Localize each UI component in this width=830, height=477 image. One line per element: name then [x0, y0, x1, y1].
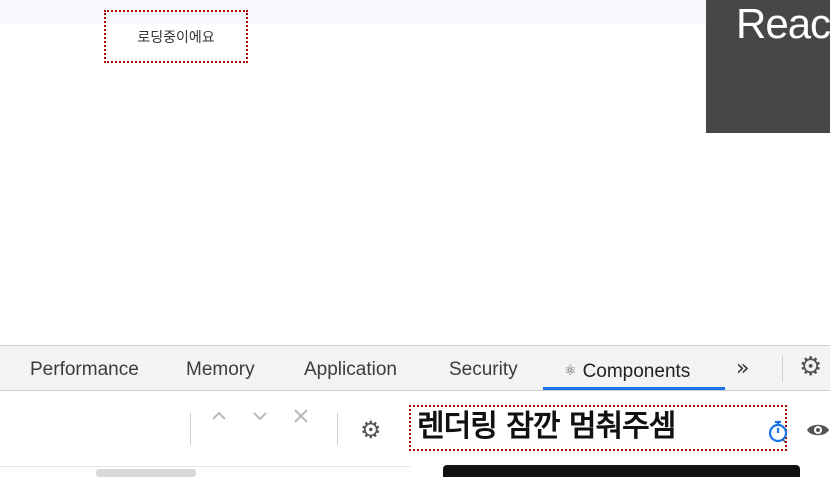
pause-rendering-banner: 렌더링 잠깐 멈춰주셈	[409, 405, 787, 451]
tabbar-divider	[782, 356, 783, 382]
tab-security[interactable]: Security	[449, 346, 518, 390]
panel-divider	[0, 466, 410, 467]
tab-performance[interactable]: Performance	[30, 346, 139, 390]
active-tab-indicator	[543, 387, 725, 390]
toolbar-divider	[337, 413, 338, 445]
chevron-down-icon[interactable]	[251, 407, 269, 430]
chevron-up-icon[interactable]	[210, 407, 228, 430]
gear-icon[interactable]: ⚙	[799, 352, 822, 382]
tab-components[interactable]: ⚛ Components	[564, 346, 690, 390]
scrollbar-thumb[interactable]	[96, 469, 196, 477]
close-icon[interactable]	[292, 407, 310, 430]
stopwatch-icon[interactable]	[766, 418, 790, 444]
tab-components-label: Components	[582, 361, 691, 382]
more-tabs-button[interactable]: »	[736, 346, 749, 390]
eye-icon[interactable]	[806, 420, 830, 440]
tab-memory[interactable]: Memory	[186, 346, 255, 390]
dark-panel: Reac	[706, 0, 830, 133]
dark-panel-text: Reac	[736, 0, 830, 47]
loading-message: 로딩중이에요	[104, 10, 248, 63]
tab-application[interactable]: Application	[304, 346, 397, 390]
pause-banner-text: 렌더링 잠깐 멈춰주셈	[417, 409, 676, 444]
loading-text: 로딩중이에요	[137, 29, 215, 46]
toolbar-divider	[190, 413, 191, 445]
gear-icon[interactable]: ⚙	[360, 416, 382, 444]
tooltip-panel	[443, 465, 800, 477]
devtools-tabbar: Performance Memory Application Security …	[0, 345, 830, 391]
